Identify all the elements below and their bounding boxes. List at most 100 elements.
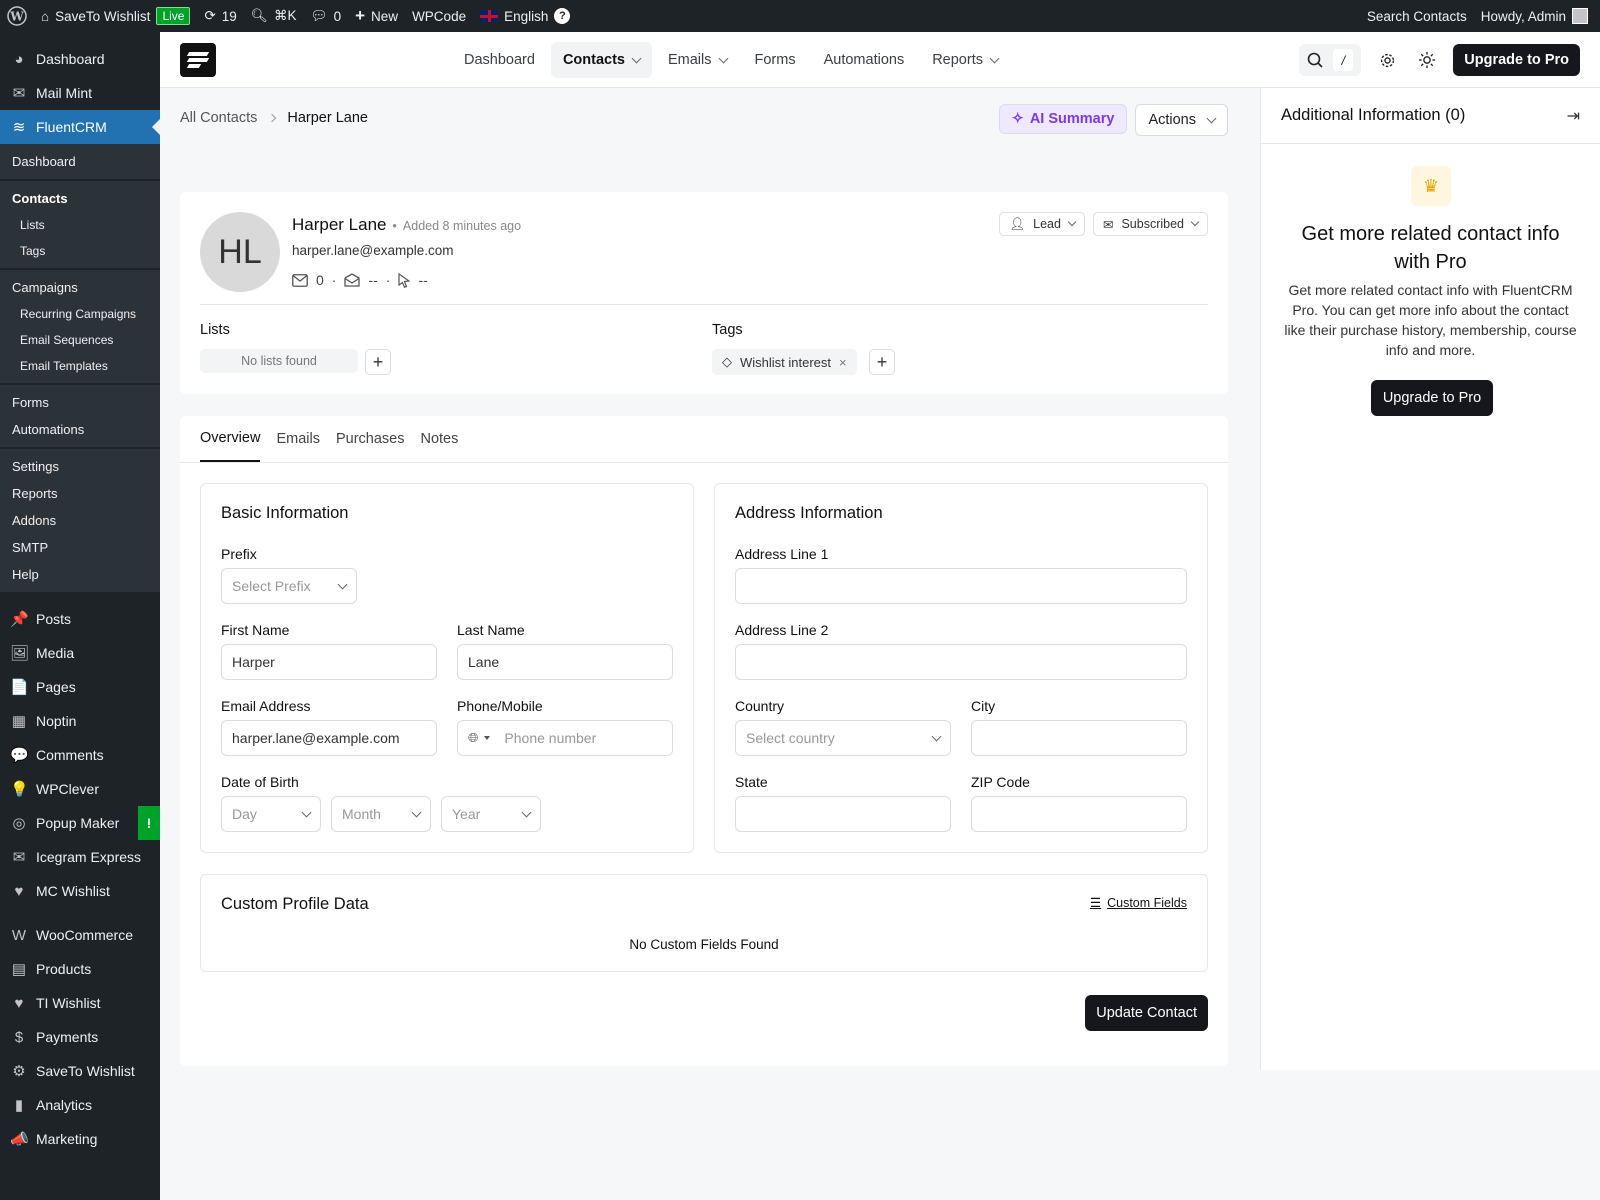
actions-dropdown[interactable]: Actions (1135, 104, 1228, 136)
prefix-select[interactable]: Select Prefix (221, 568, 357, 604)
state-field[interactable] (735, 796, 951, 832)
submenu-campaigns[interactable]: Campaigns (0, 274, 160, 301)
sidebar-item-wpclever[interactable]: 💡 WPClever (0, 772, 160, 806)
submenu-email-templates[interactable]: Email Templates (0, 353, 160, 379)
new-content-link[interactable]: + New (348, 0, 405, 32)
logo-mark-icon (186, 50, 210, 70)
dob-month-select[interactable]: Month (331, 796, 431, 832)
sidebar-item-pages[interactable]: 📄 Pages (0, 670, 160, 704)
tab-purchases[interactable]: Purchases (336, 416, 405, 462)
mail-icon: ✉ (12, 85, 26, 102)
subscription-status-dropdown[interactable]: ✉ Subscribed (1092, 212, 1208, 236)
address-line1-field[interactable] (735, 568, 1187, 604)
header-actions: ✧ AI Summary Actions (998, 104, 1228, 136)
phone-field[interactable]: 🌐︎ Phone number (457, 720, 673, 756)
sidebar-item-dashboard[interactable]: ◕ Dashboard (0, 42, 160, 76)
sidebar-item-payments[interactable]: $ Payments (0, 1020, 160, 1054)
submenu-smtp[interactable]: SMTP (0, 534, 160, 561)
sidebar-item-comments[interactable]: 💬 Comments (0, 738, 160, 772)
top-navigation: Dashboard Contacts Emails Forms Automati… (160, 32, 1600, 88)
sidebar-item-fluentcrm[interactable]: ≋ FluentCRM (0, 110, 160, 144)
tab-emails[interactable]: Emails (276, 416, 320, 462)
sidebar-item-analytics[interactable]: ▮ Analytics (0, 1088, 160, 1122)
emails-sent-count: 0 (316, 272, 324, 288)
notification-badge: ! (138, 806, 160, 840)
wpcode-link[interactable]: WPCode (405, 0, 473, 32)
chevron-down-icon (631, 53, 642, 63)
add-list-button[interactable]: + (365, 349, 391, 375)
sidebar-item-saveto-wishlist[interactable]: ⚙ SaveTo Wishlist (0, 1054, 160, 1088)
contact-type-dropdown[interactable]: 👤︎ Lead (999, 212, 1085, 236)
sidebar-item-noptin[interactable]: ▦ Noptin (0, 704, 160, 738)
sidebar-item-icegram-express[interactable]: ✉ Icegram Express (0, 840, 160, 874)
comments-link[interactable]: 💬︎ 0 (303, 0, 348, 32)
add-tag-button[interactable]: + (869, 349, 895, 375)
promo-title: Get more related contact info with Pro (1301, 223, 1560, 273)
submenu-dashboard[interactable]: Dashboard (0, 148, 160, 175)
wordpress-logo[interactable]: W (0, 0, 34, 32)
tab-notes[interactable]: Notes (420, 416, 458, 462)
country-select[interactable]: Select country (735, 720, 951, 756)
submenu-contacts[interactable]: Contacts (0, 185, 160, 212)
command-search[interactable]: 🔍︎ ⌘K (244, 0, 304, 32)
submenu-help[interactable]: Help (0, 561, 160, 588)
fluentcrm-logo[interactable] (180, 43, 216, 77)
country-code-select[interactable]: 🌐︎ (468, 730, 491, 746)
nav-contacts[interactable]: Contacts (550, 42, 652, 78)
dob-day-select[interactable]: Day (221, 796, 321, 832)
custom-fields-link[interactable]: ☰ Custom Fields (1090, 895, 1187, 911)
update-contact-button[interactable]: Update Contact (1085, 995, 1208, 1031)
email-field[interactable]: harper.lane@example.com (221, 720, 437, 756)
global-search-button[interactable]: / (1299, 44, 1362, 76)
nav-dashboard[interactable]: Dashboard (452, 42, 547, 78)
submenu-recurring-campaigns[interactable]: Recurring Campaigns (0, 301, 160, 327)
last-name-field[interactable]: Lane (457, 644, 673, 680)
custom-fields-label: Custom Fields (1107, 895, 1187, 910)
remove-tag-icon[interactable]: × (839, 355, 847, 370)
site-name-link[interactable]: ⌂ SaveTo Wishlist Live (34, 0, 197, 32)
saveto-icon: ⚙ (12, 1063, 26, 1080)
sidebar-item-posts[interactable]: 📌 Posts (0, 602, 160, 636)
submenu-addons[interactable]: Addons (0, 507, 160, 534)
theme-toggle-button[interactable] (1413, 46, 1441, 74)
sidebar-item-ti-wishlist[interactable]: ♥ TI Wishlist (0, 986, 160, 1020)
sidebar-item-popup-maker[interactable]: ◎ Popup Maker! (0, 806, 160, 840)
language-switcher[interactable]: English ? (473, 0, 577, 32)
upgrade-to-pro-panel-button[interactable]: Upgrade to Pro (1371, 380, 1493, 416)
account-menu[interactable]: Howdy, Admin (1474, 0, 1600, 32)
first-name-field[interactable]: Harper (221, 644, 437, 680)
submenu-automations[interactable]: Automations (0, 416, 160, 443)
help-icon[interactable]: ? (554, 8, 571, 24)
settings-button[interactable] (1373, 46, 1401, 74)
sidebar-item-woocommerce[interactable]: W WooCommerce (0, 918, 160, 952)
submenu-email-sequences[interactable]: Email Sequences (0, 327, 160, 353)
submenu-tags[interactable]: Tags (0, 238, 160, 264)
nav-reports[interactable]: Reports (920, 42, 1010, 78)
city-field[interactable] (971, 720, 1187, 756)
submenu-lists[interactable]: Lists (0, 212, 160, 238)
nav-forms[interactable]: Forms (743, 42, 808, 78)
submenu-reports[interactable]: Reports (0, 480, 160, 507)
sidebar-item-marketing[interactable]: 📣 Marketing (0, 1122, 160, 1156)
collapse-panel-icon[interactable]: ⇥ (1567, 106, 1580, 126)
breadcrumb-all-contacts[interactable]: All Contacts (180, 110, 257, 126)
sidebar-item-mc-wishlist[interactable]: ♥ MC Wishlist (0, 874, 160, 908)
zip-field[interactable] (971, 796, 1187, 832)
dob-year-select[interactable]: Year (441, 796, 541, 832)
submenu-settings[interactable]: Settings (0, 453, 160, 480)
nav-automations[interactable]: Automations (812, 42, 917, 78)
submenu-forms[interactable]: Forms (0, 389, 160, 416)
address-information-panel: Address Information Address Line 1 Addre… (714, 483, 1208, 853)
address-line2-field[interactable] (735, 644, 1187, 680)
sidebar-item-media[interactable]: 🖼 Media (0, 636, 160, 670)
tab-overview[interactable]: Overview (200, 416, 261, 462)
lists-empty-state: No lists found (200, 349, 358, 373)
nav-emails[interactable]: Emails (656, 42, 739, 78)
ai-summary-button[interactable]: ✧ AI Summary (998, 104, 1128, 134)
sidebar-item-products[interactable]: ▤ Products (0, 952, 160, 986)
upgrade-to-pro-button[interactable]: Upgrade to Pro (1453, 44, 1580, 76)
updates-link[interactable]: ⟳ 19 (197, 0, 243, 32)
nav-label: Forms (754, 52, 796, 68)
sidebar-item-mail-mint[interactable]: ✉ Mail Mint (0, 76, 160, 110)
search-contacts-link[interactable]: Search Contacts (1360, 0, 1474, 32)
